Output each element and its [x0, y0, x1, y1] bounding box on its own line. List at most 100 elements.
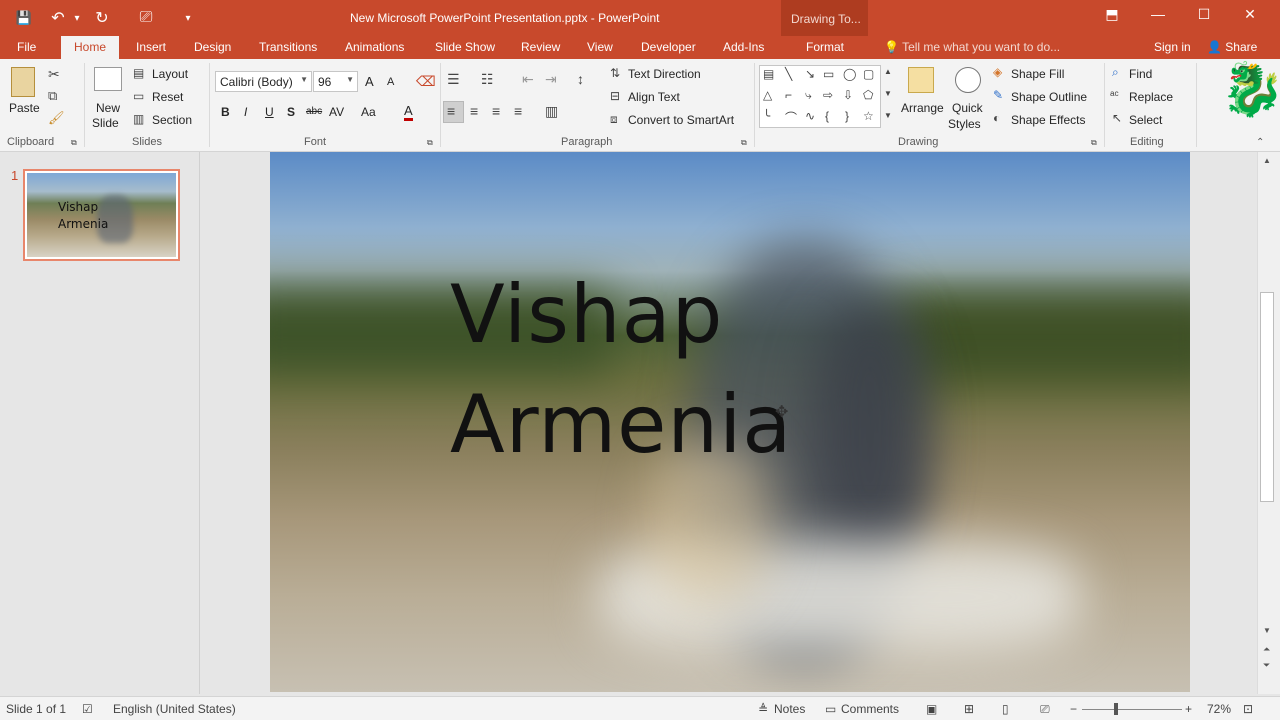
- close-icon[interactable]: ✕: [1238, 6, 1262, 28]
- shape-fill-button[interactable]: Shape Fill: [1011, 67, 1064, 81]
- slide-sorter-icon[interactable]: ⊞: [964, 702, 974, 716]
- gallery-more-icon[interactable]: ▼: [884, 111, 892, 120]
- clear-formatting-icon[interactable]: ⌫: [416, 73, 436, 90]
- change-case-button[interactable]: Aa: [361, 105, 376, 119]
- zoom-slider-track[interactable]: [1082, 709, 1182, 710]
- reset-button[interactable]: Reset: [152, 90, 183, 104]
- justify-icon[interactable]: ≡: [514, 103, 522, 119]
- triangle-shape-icon[interactable]: △: [763, 88, 772, 102]
- minimize-icon[interactable]: —: [1146, 6, 1170, 28]
- numbering-icon[interactable]: ☷: [481, 71, 494, 88]
- sign-in-link[interactable]: Sign in: [1154, 40, 1191, 54]
- normal-view-icon[interactable]: ▣: [926, 702, 937, 716]
- align-right-icon[interactable]: ≡: [492, 103, 500, 119]
- font-color-button[interactable]: A: [404, 104, 413, 121]
- layout-button[interactable]: Layout: [152, 67, 188, 81]
- wave-shape-icon[interactable]: ∿: [805, 109, 815, 123]
- section-button[interactable]: Section: [152, 113, 192, 127]
- undo-dropdown-icon[interactable]: ▾: [72, 13, 82, 24]
- new-slide-label-2[interactable]: Slide: [92, 116, 119, 130]
- down-arrow-shape-icon[interactable]: ⇩: [843, 88, 853, 102]
- bullets-icon[interactable]: ☰: [447, 71, 460, 88]
- tab-design[interactable]: Design: [194, 40, 231, 54]
- gallery-up-icon[interactable]: ▲: [884, 67, 892, 76]
- tab-addins[interactable]: Add-Ins: [723, 40, 764, 54]
- tab-animations[interactable]: Animations: [345, 40, 404, 54]
- strikethrough-button[interactable]: abc: [306, 106, 322, 117]
- columns-icon[interactable]: ▥: [545, 103, 558, 120]
- paste-button[interactable]: Paste: [9, 101, 40, 115]
- collapse-ribbon-icon[interactable]: ⌃: [1256, 137, 1264, 148]
- star-shape-icon[interactable]: ☆: [863, 109, 874, 123]
- clipboard-launcher-icon[interactable]: ⧉: [71, 138, 77, 148]
- right-arrow-shape-icon[interactable]: ⇨: [823, 88, 833, 102]
- shapes-gallery[interactable]: ▤ ╲ ↘ ▭ ◯ ▢ △ ⌐ ⤷ ⇨ ⇩ ⬠ ╰ ⌒ ∿ { } ☆: [759, 65, 881, 128]
- tab-file[interactable]: File: [17, 40, 36, 54]
- slide-thumbnail[interactable]: Vishap Armenia: [23, 169, 180, 261]
- slide-title-textbox[interactable]: Vishap Armenia: [450, 260, 792, 480]
- select-button[interactable]: Select: [1129, 113, 1162, 127]
- tab-transitions[interactable]: Transitions: [259, 40, 317, 54]
- zoom-out-icon[interactable]: −: [1070, 702, 1077, 716]
- fit-slide-icon[interactable]: ⊡: [1243, 702, 1253, 716]
- quick-styles-icon[interactable]: [955, 67, 981, 93]
- spellcheck-icon[interactable]: ☑: [82, 702, 93, 716]
- text-direction-button[interactable]: Text Direction: [628, 67, 701, 81]
- new-slide-label-1[interactable]: New: [96, 101, 120, 115]
- redo-icon[interactable]: ↻: [88, 8, 116, 28]
- font-launcher-icon[interactable]: ⧉: [427, 138, 433, 148]
- increase-indent-icon[interactable]: ⇥: [545, 71, 557, 88]
- tab-view[interactable]: View: [587, 40, 613, 54]
- align-text-button[interactable]: Align Text: [628, 90, 680, 104]
- language-indicator[interactable]: English (United States): [113, 702, 236, 716]
- curved-connector-icon[interactable]: ⤷: [805, 88, 812, 103]
- right-brace-icon[interactable]: }: [845, 109, 849, 123]
- left-brace-icon[interactable]: {: [825, 109, 829, 123]
- tell-me-search[interactable]: 💡 Tell me what you want to do...: [884, 40, 1060, 54]
- undo-icon[interactable]: ↶: [44, 8, 72, 28]
- gallery-down-icon[interactable]: ▼: [884, 89, 892, 98]
- next-slide-icon[interactable]: ⏷: [1263, 660, 1270, 671]
- drawing-launcher-icon[interactable]: ⧉: [1091, 138, 1097, 148]
- decrease-indent-icon[interactable]: ⇤: [522, 71, 534, 88]
- tab-developer[interactable]: Developer: [641, 40, 696, 54]
- present-icon[interactable]: ⎚: [132, 9, 160, 27]
- bold-button[interactable]: B: [221, 105, 230, 119]
- shape-effects-button[interactable]: Shape Effects: [1011, 113, 1086, 127]
- quick-styles-label-2[interactable]: Styles: [948, 117, 981, 131]
- shape-outline-button[interactable]: Shape Outline: [1011, 90, 1087, 104]
- tab-home[interactable]: Home: [61, 36, 120, 60]
- save-icon[interactable]: 💾: [10, 10, 38, 26]
- vertical-scrollbar[interactable]: ▲ ▼ ⏶ ⏷: [1257, 152, 1280, 694]
- font-size-box[interactable]: 96 ▼: [313, 71, 358, 92]
- copy-icon[interactable]: ⧉: [48, 88, 57, 104]
- paste-icon[interactable]: [11, 67, 35, 97]
- grow-font-button[interactable]: A: [365, 74, 374, 89]
- line-shape-icon[interactable]: ╲: [785, 67, 792, 81]
- slide-canvas[interactable]: Vishap Armenia ✥: [270, 152, 1190, 692]
- cut-icon[interactable]: ✂: [48, 66, 60, 83]
- tab-slideshow[interactable]: Slide Show: [435, 40, 495, 54]
- shadow-button[interactable]: S: [287, 105, 295, 119]
- reading-view-icon[interactable]: ▯: [1002, 702, 1009, 716]
- zoom-in-icon[interactable]: +: [1185, 702, 1192, 716]
- scroll-up-icon[interactable]: ▲: [1263, 156, 1271, 165]
- elbow-connector-icon[interactable]: ⌐: [785, 88, 792, 102]
- tab-review[interactable]: Review: [521, 40, 560, 54]
- arrange-button[interactable]: Arrange: [901, 101, 944, 115]
- notes-button[interactable]: Notes: [774, 702, 805, 716]
- quick-styles-label-1[interactable]: Quick: [952, 101, 983, 115]
- curve-shape-icon[interactable]: ╰: [763, 109, 770, 123]
- convert-smartart-button[interactable]: Convert to SmartArt: [628, 113, 734, 127]
- maximize-icon[interactable]: ☐: [1192, 6, 1216, 28]
- format-painter-icon[interactable]: 🖌: [48, 110, 65, 126]
- find-button[interactable]: Find: [1129, 67, 1152, 81]
- rounded-rect-shape-icon[interactable]: ▢: [863, 67, 874, 81]
- customize-qat-icon[interactable]: ▾: [174, 13, 202, 24]
- shrink-font-button[interactable]: A: [387, 76, 394, 88]
- replace-button[interactable]: Replace: [1129, 90, 1173, 104]
- ribbon-display-icon[interactable]: ⬒: [1100, 6, 1124, 28]
- comments-button[interactable]: Comments: [841, 702, 899, 716]
- oval-shape-icon[interactable]: ◯: [843, 67, 856, 81]
- font-family-box[interactable]: Calibri (Body) ▼: [215, 71, 312, 92]
